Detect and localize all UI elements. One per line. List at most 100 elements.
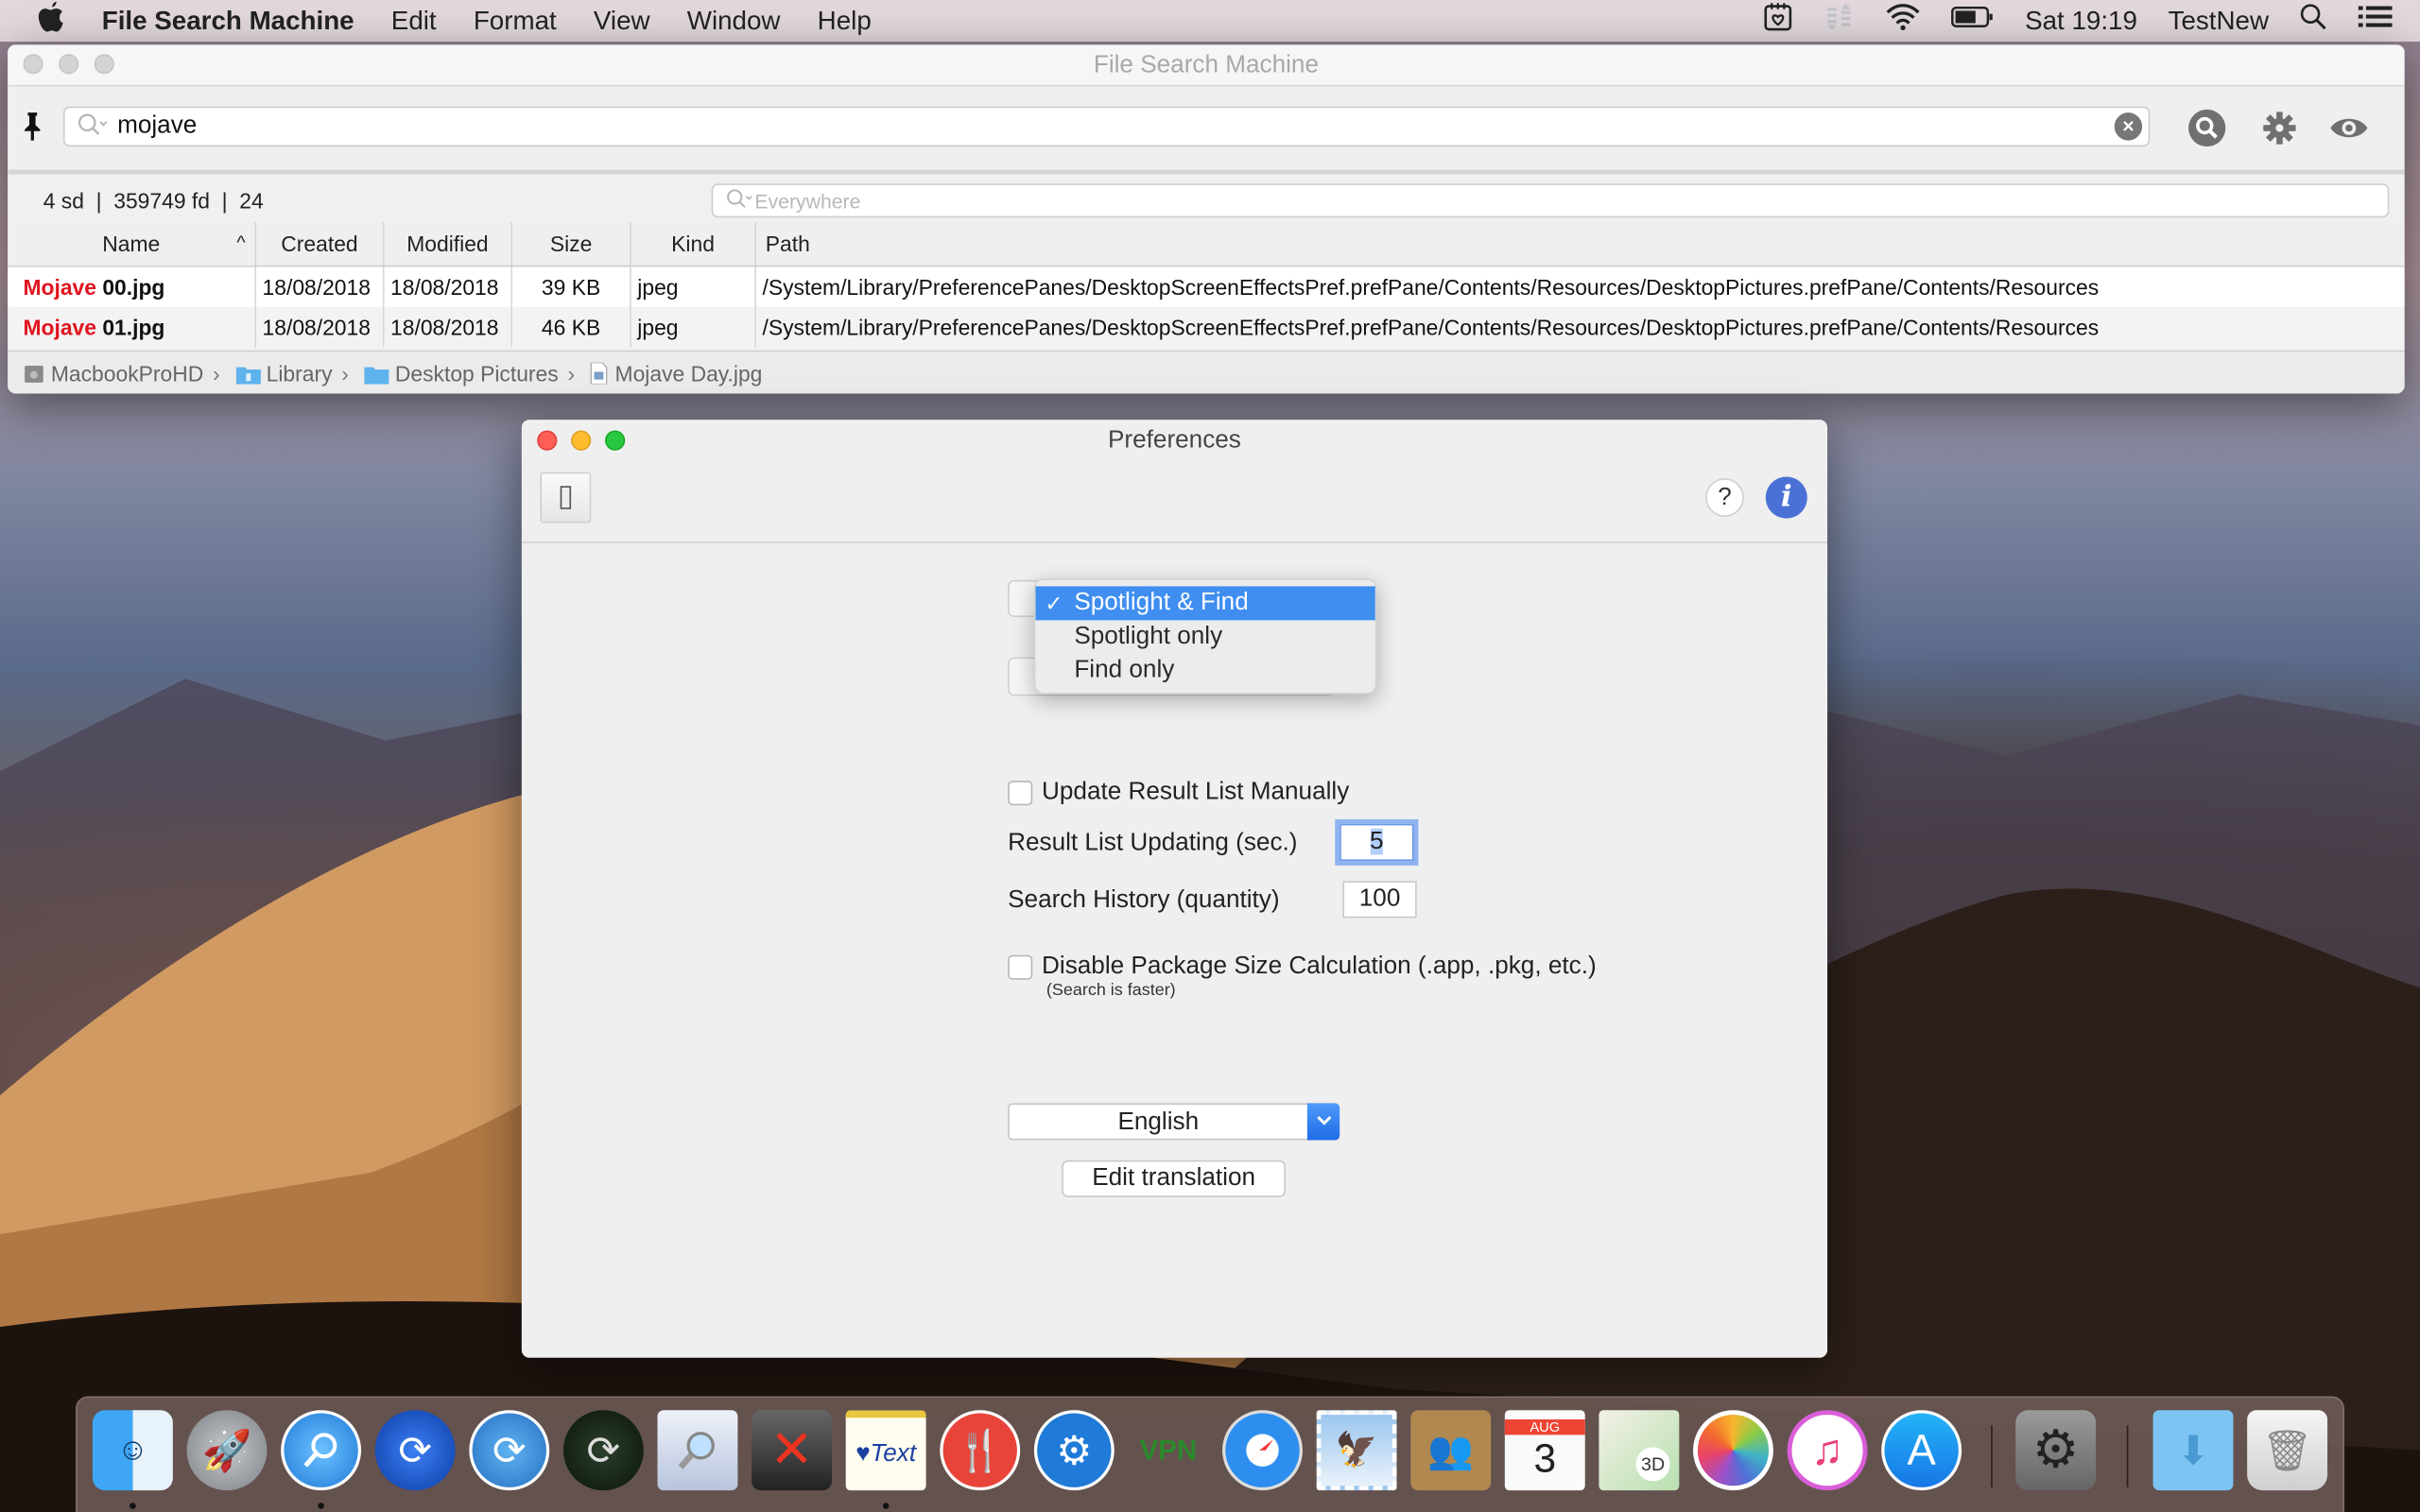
calendar-heart-icon[interactable] (1763, 2, 1794, 41)
settings-button[interactable] (2259, 108, 2299, 147)
pin-icon[interactable] (23, 112, 42, 150)
switch-icon (560, 486, 572, 509)
dock-contacts-icon[interactable]: 👥 (1410, 1410, 1492, 1491)
battery-icon[interactable] (1951, 5, 1995, 37)
dock-app-store-icon[interactable]: A (1881, 1410, 1962, 1491)
scope-field[interactable]: Everywhere (711, 183, 2390, 218)
dock-text-icon[interactable]: ♥Text (845, 1410, 926, 1491)
dock-photos-icon[interactable] (1693, 1410, 1773, 1491)
preview-button[interactable] (2329, 108, 2369, 147)
cell-kind: jpeg (630, 266, 756, 307)
preferences-toolbar (521, 463, 1828, 543)
breadcrumb-item-disk[interactable]: MacbookProHD (23, 361, 203, 386)
menu-app-name[interactable]: File Search Machine (102, 6, 354, 37)
menu-help[interactable]: Help (818, 6, 872, 37)
checkmark-icon: ✓ (1045, 591, 1063, 616)
apple-menu-icon[interactable] (37, 0, 68, 41)
menu-clock[interactable]: Sat 19:19 (2025, 6, 2137, 37)
dock-separator (1991, 1425, 1993, 1487)
dock-vpn-icon[interactable]: VPN (1128, 1410, 1208, 1490)
dock-food-icon[interactable]: 🍴 (940, 1410, 1021, 1491)
dock-finder-icon[interactable]: ☺ (92, 1410, 173, 1491)
help-button[interactable]: ? (1705, 478, 1744, 517)
main-toolbar: mojave × (8, 86, 2405, 175)
update-interval-field[interactable]: 5 (1340, 823, 1414, 862)
dock-system-preferences-icon[interactable]: ⚙ (2015, 1410, 2097, 1491)
sync-arrows-icon[interactable] (1824, 2, 1856, 41)
edit-translation-button[interactable]: Edit translation (1062, 1160, 1286, 1197)
main-titlebar: File Search Machine (8, 44, 2405, 87)
breadcrumb-item-file[interactable]: Mojave Day.jpg (590, 361, 762, 386)
menu-item-find-only[interactable]: Find only (1036, 654, 1375, 688)
search-field[interactable]: mojave × (62, 106, 2151, 147)
breadcrumb-item-library[interactable]: Library (234, 361, 333, 386)
dock-preview-search-icon[interactable] (657, 1410, 738, 1491)
status-row: 4 sd | 359749 fd | 24 Everywhere (8, 174, 2405, 227)
dock-system-toolkit-icon[interactable]: ⚙ (1033, 1410, 1115, 1491)
dock-calendar-icon[interactable]: AUG 3 (1504, 1410, 1585, 1491)
dock-maps-icon[interactable]: 3D (1599, 1410, 1680, 1491)
general-tab-button[interactable] (540, 472, 592, 524)
table-row[interactable]: Mojave 01.jpg 18/08/2018 18/08/2018 46 K… (8, 306, 2405, 348)
dock-itunes-icon[interactable]: ♫ (1787, 1410, 1868, 1491)
path-bar: MacbookProHD › Library › Desktop Picture… (8, 350, 2405, 394)
search-input[interactable]: mojave (117, 112, 197, 140)
search-button[interactable] (2187, 108, 2226, 147)
dock-launchpad-icon[interactable]: 🚀 (186, 1410, 268, 1491)
disable-package-checkbox[interactable] (1008, 954, 1033, 980)
wifi-icon[interactable] (1886, 3, 1920, 39)
column-header-created[interactable]: Created (255, 222, 385, 267)
cell-modified: 18/08/2018 (383, 306, 513, 348)
language-select[interactable]: English (1008, 1103, 1340, 1141)
search-mode-menu: ✓ Spotlight & Find Spotlight only Find on… (1033, 578, 1377, 695)
column-header-modified[interactable]: Modified (383, 222, 513, 267)
disable-package-row: Disable Package Size Calculation (.app, … (1008, 954, 1597, 981)
dock-binary-sync-icon[interactable]: ⟳ (562, 1410, 644, 1491)
column-header-size[interactable]: Size (511, 222, 631, 267)
dock-file-search-machine-icon[interactable] (281, 1410, 362, 1491)
cell-created: 18/08/2018 (255, 266, 385, 307)
search-history-label: Search History (quantity) (1008, 886, 1280, 914)
update-manually-label: Update Result List Manually (1042, 779, 1350, 806)
spotlight-icon[interactable] (2300, 3, 2327, 39)
magnifier-icon (2188, 109, 2226, 147)
table-row[interactable]: Mojave 00.jpg 18/08/2018 18/08/2018 39 K… (8, 266, 2405, 307)
menu-user[interactable]: TestNew (2169, 6, 2269, 37)
name-match-highlight: Mojave (23, 274, 96, 300)
result-stats: 4 sd | 359749 fd | 24 (43, 188, 264, 214)
update-manually-checkbox[interactable] (1008, 781, 1033, 806)
chevron-down-icon[interactable] (1306, 1103, 1340, 1141)
dock-trash-remover-icon[interactable]: ✕ (752, 1410, 832, 1491)
menu-item-spotlight-only[interactable]: Spotlight only (1036, 620, 1375, 654)
info-button[interactable]: i (1765, 476, 1807, 519)
dock-sync-icon[interactable]: ⟳ (374, 1410, 456, 1491)
dock-safari-icon[interactable] (1222, 1410, 1303, 1491)
search-menu-icon[interactable] (78, 112, 112, 142)
menu-edit[interactable]: Edit (391, 6, 437, 37)
cell-path: /System/Library/PreferencePanes/DesktopS… (755, 306, 2405, 348)
gear-icon (2263, 112, 2296, 145)
clear-search-icon[interactable]: × (2114, 112, 2143, 141)
cell-name: Mojave 01.jpg (8, 306, 257, 348)
dock-trash-icon[interactable]: 🗑 (2247, 1410, 2328, 1491)
scope-search-icon[interactable] (725, 188, 756, 215)
dock-downloads-icon[interactable]: ⬇ (2152, 1410, 2234, 1491)
menu-item-spotlight-and-find[interactable]: ✓ Spotlight & Find (1035, 586, 1375, 621)
column-header-path[interactable]: Path (755, 222, 2405, 267)
menu-format[interactable]: Format (474, 6, 557, 37)
scope-input[interactable]: Everywhere (754, 190, 860, 213)
column-header-name[interactable]: Name ^ (8, 222, 257, 267)
dock-mail-icon[interactable]: 🦅 (1316, 1410, 1397, 1491)
cell-size: 46 KB (511, 306, 631, 348)
column-header-kind[interactable]: Kind (630, 222, 756, 267)
folder-icon (364, 366, 389, 384)
menu-window[interactable]: Window (687, 6, 781, 37)
desktop: File Search Machine Edit Format View Win… (0, 0, 2420, 1512)
disable-package-label: Disable Package Size Calculation (.app, … (1042, 953, 1597, 980)
search-history-field[interactable]: 100 (1342, 881, 1417, 919)
folder-icon (234, 366, 261, 384)
notification-center-icon[interactable] (2358, 5, 2393, 37)
menu-view[interactable]: View (594, 6, 650, 37)
dock-sync2-icon[interactable]: ⟳ (469, 1410, 550, 1491)
breadcrumb-item-desktop-pictures[interactable]: Desktop Pictures (364, 361, 559, 386)
